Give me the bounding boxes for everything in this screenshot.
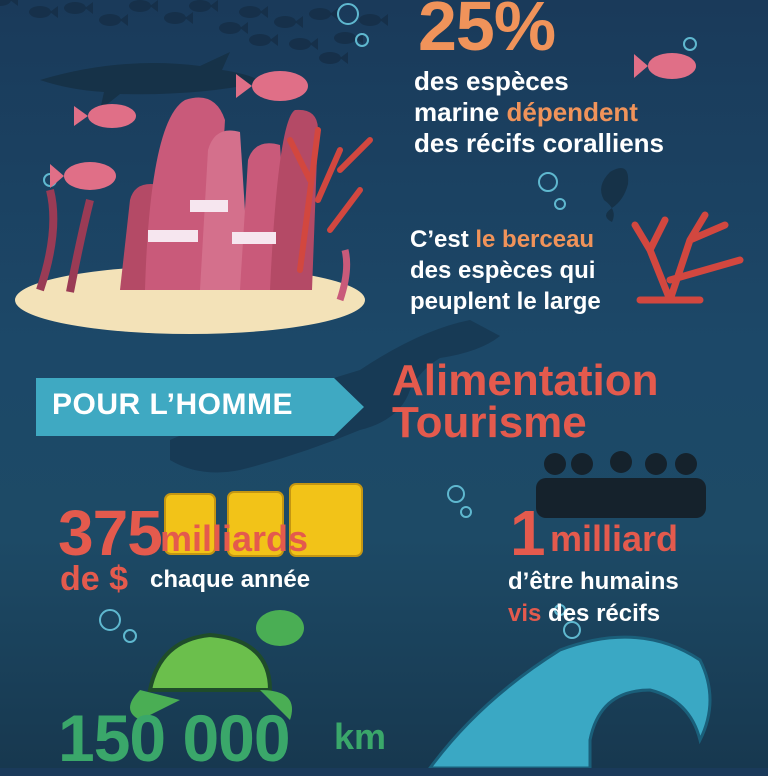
money-number: 375 [58, 497, 163, 569]
line: des espèces [414, 66, 569, 96]
seahorse-icon [601, 168, 629, 222]
fish-school-icon [0, 0, 388, 64]
line: des espèces qui [410, 257, 596, 284]
people-text: d’être humains vis des récifs [508, 566, 679, 630]
line: d’être humains [508, 568, 679, 595]
stat-species-text: des espèces marine dépendent des récifs … [414, 66, 664, 159]
benefit-tourisme: Tourisme [392, 398, 587, 447]
highlight-word: le berceau [475, 226, 595, 253]
coast-unit: km [334, 716, 387, 757]
pour-homme-label: POUR L’HOMME [52, 388, 294, 421]
highlight-word: dépendent [506, 97, 638, 127]
line-part: des récifs [541, 600, 661, 627]
line: des récifs coralliens [414, 128, 665, 158]
benefits-list: Alimentation Tourisme [392, 356, 659, 447]
people-group-icon [536, 451, 706, 518]
line: vis des récifs [508, 598, 679, 630]
highlight-word: vis [508, 600, 542, 627]
people-unit: milliard [550, 518, 679, 559]
wave-icon [428, 635, 712, 768]
line: C’est le berceau [410, 224, 601, 255]
coral-reef-icon [36, 97, 373, 302]
coast-number: 150 000 [58, 701, 291, 775]
money-unit: milliards [160, 518, 309, 559]
stat-species-percent: 25% [418, 0, 556, 65]
benefit-alimentation: Alimentation [392, 356, 659, 405]
line: peuplent le large [410, 288, 601, 315]
money-currency: de $ [60, 560, 129, 598]
people-number: 1 [510, 497, 546, 569]
line-part: marine [414, 97, 507, 127]
line-part: C’est [410, 226, 476, 253]
shark-icon [40, 52, 262, 110]
money-period: chaque année [150, 566, 311, 593]
coral-reef-icon [631, 211, 744, 304]
line: marine dépendent [414, 97, 664, 128]
berceau-text: C’est le berceau des espèces qui peuplen… [410, 224, 601, 317]
